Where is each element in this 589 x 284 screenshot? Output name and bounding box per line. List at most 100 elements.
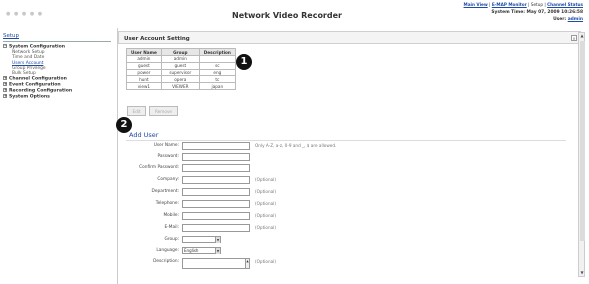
page-scrollbar[interactable]: ▲ ▼	[578, 32, 585, 277]
cell-description: japan	[198, 82, 236, 90]
scroll-up-icon[interactable]: ▲	[579, 33, 585, 39]
cell-user-name: power	[126, 68, 162, 77]
panel-close-icon[interactable]: ×	[571, 35, 577, 41]
optional-note: (Optional)	[255, 177, 276, 182]
user-prefix: User:	[553, 17, 568, 22]
edit-button[interactable]: Edit	[127, 106, 146, 116]
group-label: Group:	[164, 237, 179, 242]
email-input[interactable]	[182, 224, 250, 232]
cell-group: guest	[160, 61, 200, 70]
user-name-hint: Only A-Z, a-z, 0-9 and _, $ are allowed.	[255, 143, 337, 148]
table-header-row: User Name Group Description	[126, 48, 236, 56]
form-row-description: Description: ▲ (Optional)	[118, 257, 573, 269]
form-row-company: Company: (Optional)	[118, 175, 573, 185]
form-row-mobile: Mobile: (Optional)	[118, 211, 573, 221]
add-user-heading: Add User	[129, 131, 159, 139]
form-row-confirm-password: Confirm Password:	[118, 163, 573, 173]
sidebar-section-label: Channel Configuration	[9, 76, 67, 82]
department-label: Department:	[151, 189, 179, 194]
cell-group: admin	[160, 55, 200, 63]
cell-description: tc	[198, 75, 236, 84]
form-row-user-name: User Name: Only A-Z, a-z, 0-9 and _, $ a…	[118, 141, 573, 151]
chevron-down-icon[interactable]: ▼	[215, 237, 220, 243]
sidebar-nav: − System Configuration Network Setup Time…	[3, 44, 113, 100]
sidebar-section-label: Recording Configuration	[9, 88, 73, 94]
cell-user-name: hunt	[126, 75, 162, 84]
form-row-language: Language: English ▼	[118, 246, 573, 256]
expand-icon[interactable]: +	[3, 82, 7, 87]
optional-note: (Optional)	[255, 213, 276, 218]
language-selected-value: English	[184, 248, 199, 253]
language-select[interactable]: English ▼	[182, 247, 221, 254]
company-label: Company:	[157, 177, 179, 182]
e-map-monitor-link[interactable]: E-MAP Monitor	[492, 2, 527, 7]
password-label: Password:	[157, 154, 179, 159]
panel-title: User Account Setting	[124, 36, 190, 42]
channel-status-link[interactable]: Channel Status	[547, 2, 583, 7]
form-row-password: Password:	[118, 152, 573, 162]
user-name-input[interactable]	[182, 142, 250, 150]
top-links: Main View | E-MAP Monitor | Setup | Chan…	[464, 2, 583, 7]
form-row-group: Group: ▼	[118, 235, 573, 245]
expand-icon[interactable]: +	[3, 88, 7, 93]
sidebar-section-system-options[interactable]: + System Options	[3, 94, 113, 100]
collapse-icon[interactable]: −	[3, 44, 7, 48]
page-title: Network Video Recorder	[232, 11, 342, 20]
email-label: E-Mail:	[164, 225, 179, 230]
setup-current-label: | Setup |	[526, 2, 548, 7]
textarea-scroll-icon[interactable]: ▲	[245, 259, 249, 268]
optional-note: (Optional)	[255, 259, 276, 264]
cell-group: opera	[160, 75, 200, 84]
callout-badge-1: 1	[236, 54, 252, 70]
confirm-password-label: Confirm Password:	[139, 165, 179, 170]
form-row-email: E-Mail: (Optional)	[118, 223, 573, 233]
user-name-link[interactable]: admin	[568, 17, 583, 22]
remove-button[interactable]: Remove	[149, 106, 178, 116]
company-input[interactable]	[182, 176, 250, 184]
system-time: System Time: May 07, 2009 10:26:58	[491, 10, 583, 15]
cell-description	[198, 55, 236, 63]
table-row[interactable]: guest guest sc	[126, 61, 236, 70]
language-label: Language:	[156, 248, 179, 253]
cell-user-name: admin	[126, 55, 162, 63]
main-content: User Account Setting × User Name Group D…	[116, 28, 584, 284]
mobile-input[interactable]	[182, 212, 250, 220]
setup-link[interactable]: Setup	[3, 33, 19, 39]
description-label: Description:	[153, 259, 179, 264]
chevron-down-icon[interactable]: ▼	[215, 248, 220, 254]
cell-user-name: view1	[126, 82, 162, 90]
expand-icon[interactable]: +	[3, 94, 7, 99]
form-row-department: Department: (Optional)	[118, 187, 573, 197]
users-table: User Name Group Description admin admin g…	[126, 48, 236, 90]
description-textarea[interactable]: ▲	[182, 258, 250, 269]
column-header: Description	[198, 48, 236, 56]
table-row[interactable]: power supervisor eng	[126, 68, 236, 77]
table-row[interactable]: admin admin	[126, 55, 236, 63]
table-row[interactable]: view1 VIEWER japan	[126, 82, 236, 90]
cell-group: VIEWER	[160, 82, 200, 90]
department-input[interactable]	[182, 188, 250, 196]
telephone-input[interactable]	[182, 200, 250, 208]
panel-header: User Account Setting ×	[118, 31, 581, 44]
logo: ● ● ● ● ●	[6, 11, 44, 17]
scroll-down-icon[interactable]: ▼	[579, 270, 585, 276]
group-select[interactable]: ▼	[182, 236, 221, 243]
column-header: User Name	[126, 48, 162, 56]
sidebar-section-label: Event Configuration	[9, 82, 61, 88]
expand-icon[interactable]: +	[3, 76, 7, 81]
cell-description: sc	[198, 61, 236, 70]
divider	[3, 41, 111, 42]
user-name-label: User Name:	[153, 143, 179, 148]
mobile-label: Mobile:	[163, 213, 179, 218]
form-row-telephone: Telephone: (Optional)	[118, 199, 573, 209]
scroll-thumb[interactable]	[579, 41, 585, 241]
optional-note: (Optional)	[255, 189, 276, 194]
password-input[interactable]	[182, 153, 250, 161]
cell-user-name: guest	[126, 61, 162, 70]
sidebar-section-label: System Configuration	[9, 44, 66, 50]
confirm-password-input[interactable]	[182, 164, 250, 172]
current-user: User: admin	[553, 17, 583, 22]
sidebar: Setup − System Configuration Network Setu…	[0, 25, 113, 284]
table-row[interactable]: hunt opera tc	[126, 75, 236, 84]
main-view-link[interactable]: Main View	[464, 2, 488, 7]
